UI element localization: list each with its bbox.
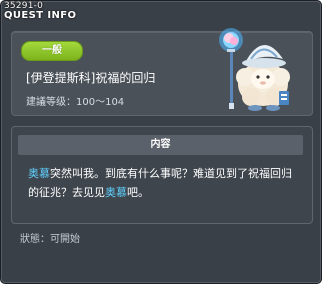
- description-text-2: 吧。: [127, 186, 149, 199]
- content-header: 内容: [18, 135, 303, 155]
- quest-status: 狀態：可開始: [20, 234, 80, 245]
- recommended-level: 建議等级：100～104: [26, 97, 125, 108]
- npc-portrait-icon: [201, 19, 311, 119]
- quest-description: 奥慕突然叫我。到底有什么事呢？难道见到了祝福回归的征兆？去见见奥慕吧。: [28, 164, 298, 202]
- npc-name-link[interactable]: 奥慕: [105, 186, 127, 199]
- quest-info-window: 35291-0 QUEST INFO 一般 [伊登提斯科]祝福的回归 建議等级：…: [0, 0, 322, 284]
- npc-name-link[interactable]: 奥慕: [28, 167, 50, 180]
- quest-name: [伊登提斯科]祝福的回归: [26, 71, 156, 85]
- window-title: QUEST INFO: [4, 10, 77, 21]
- quest-type-badge: 一般: [21, 41, 83, 61]
- description-text-1: 突然叫我。到底有什么事呢？难道见到了祝福回归的征兆？去见见: [28, 167, 292, 199]
